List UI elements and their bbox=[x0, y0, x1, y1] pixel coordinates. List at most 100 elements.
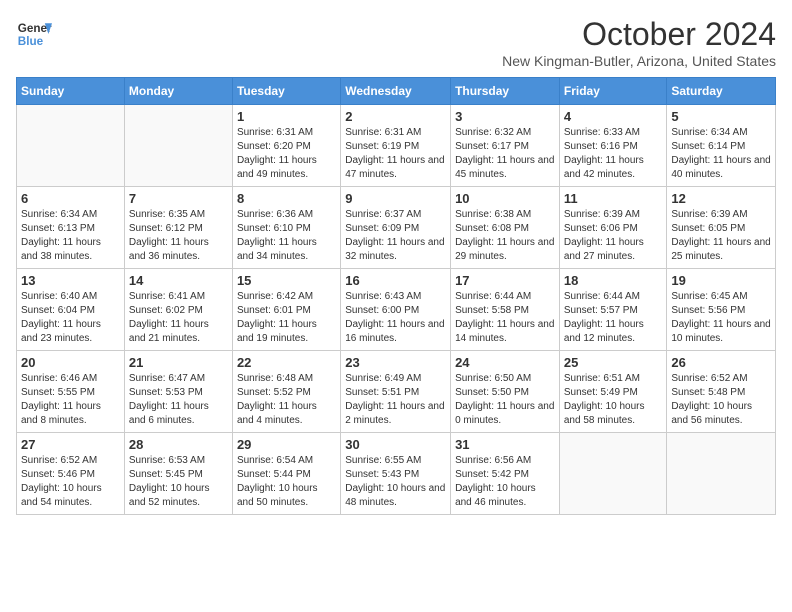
logo: General Blue bbox=[16, 16, 52, 52]
day-info: Sunrise: 6:41 AMSunset: 6:02 PMDaylight:… bbox=[129, 290, 228, 346]
day-number: 28 bbox=[129, 437, 228, 452]
calendar-day-cell: 9 Sunrise: 6:37 AMSunset: 6:09 PMDaylight… bbox=[341, 187, 451, 269]
day-number: 31 bbox=[455, 437, 555, 452]
day-number: 13 bbox=[21, 273, 120, 288]
day-number: 3 bbox=[455, 109, 555, 124]
day-info: Sunrise: 6:46 AMSunset: 5:55 PMDaylight:… bbox=[21, 372, 120, 428]
day-number: 2 bbox=[345, 109, 446, 124]
calendar-day-cell: 19Sunrise: 6:45 AMSunset: 5:56 PMDayligh… bbox=[667, 269, 776, 351]
day-info: Sunrise: 6:31 AMSunset: 6:20 PMDaylight:… bbox=[237, 126, 336, 182]
day-number: 17 bbox=[455, 273, 555, 288]
day-info: Sunrise: 6:36 AMSunset: 6:10 PMDaylight:… bbox=[237, 208, 336, 264]
day-number: 7 bbox=[129, 191, 228, 206]
calendar-day-cell: 12 Sunrise: 6:39 AMSunset: 6:05 PMDayligh… bbox=[667, 187, 776, 269]
weekday-header: Sunday bbox=[17, 78, 125, 105]
calendar-day-cell: 5 Sunrise: 6:34 AMSunset: 6:14 PMDaylight… bbox=[667, 105, 776, 187]
calendar-day-cell: 24 Sunrise: 6:50 AMSunset: 5:50 PMDayligh… bbox=[451, 351, 560, 433]
weekday-header: Saturday bbox=[667, 78, 776, 105]
day-number: 10 bbox=[455, 191, 555, 206]
day-info: Sunrise: 6:33 AMSunset: 6:16 PMDaylight:… bbox=[564, 126, 663, 182]
calendar-day-cell: 27 Sunrise: 6:52 AMSunset: 5:46 PMDayligh… bbox=[17, 433, 125, 515]
day-number: 6 bbox=[21, 191, 120, 206]
weekday-header: Thursday bbox=[451, 78, 560, 105]
calendar-day-cell: 10 Sunrise: 6:38 AMSunset: 6:08 PMDayligh… bbox=[451, 187, 560, 269]
day-info: Sunrise: 6:39 AMSunset: 6:06 PMDaylight:… bbox=[564, 208, 663, 264]
calendar-day-cell: 20 Sunrise: 6:46 AMSunset: 5:55 PMDayligh… bbox=[17, 351, 125, 433]
calendar-day-cell: 28 Sunrise: 6:53 AMSunset: 5:45 PMDayligh… bbox=[124, 433, 232, 515]
day-info: Sunrise: 6:39 AMSunset: 6:05 PMDaylight:… bbox=[671, 208, 771, 264]
day-info: Sunrise: 6:52 AMSunset: 5:48 PMDaylight:… bbox=[671, 372, 771, 428]
day-number: 12 bbox=[671, 191, 771, 206]
day-info: Sunrise: 6:47 AMSunset: 5:53 PMDaylight:… bbox=[129, 372, 228, 428]
calendar-day-cell: 8 Sunrise: 6:36 AMSunset: 6:10 PMDaylight… bbox=[232, 187, 340, 269]
svg-text:Blue: Blue bbox=[18, 35, 44, 48]
day-info: Sunrise: 6:42 AMSunset: 6:01 PMDaylight:… bbox=[237, 290, 336, 346]
day-number: 14 bbox=[129, 273, 228, 288]
calendar-table: SundayMondayTuesdayWednesdayThursdayFrid… bbox=[16, 77, 776, 515]
day-info: Sunrise: 6:48 AMSunset: 5:52 PMDaylight:… bbox=[237, 372, 336, 428]
day-info: Sunrise: 6:49 AMSunset: 5:51 PMDaylight:… bbox=[345, 372, 446, 428]
day-info: Sunrise: 6:51 AMSunset: 5:49 PMDaylight:… bbox=[564, 372, 663, 428]
calendar-week-row: 20 Sunrise: 6:46 AMSunset: 5:55 PMDayligh… bbox=[17, 351, 776, 433]
day-info: Sunrise: 6:34 AMSunset: 6:13 PMDaylight:… bbox=[21, 208, 120, 264]
calendar-day-cell: 7 Sunrise: 6:35 AMSunset: 6:12 PMDaylight… bbox=[124, 187, 232, 269]
day-info: Sunrise: 6:45 AMSunset: 5:56 PMDaylight:… bbox=[671, 290, 771, 346]
calendar-day-cell: 23Sunrise: 6:49 AMSunset: 5:51 PMDayligh… bbox=[341, 351, 451, 433]
day-number: 25 bbox=[564, 355, 663, 370]
day-info: Sunrise: 6:50 AMSunset: 5:50 PMDaylight:… bbox=[455, 372, 555, 428]
weekday-header: Friday bbox=[559, 78, 667, 105]
day-info: Sunrise: 6:55 AMSunset: 5:43 PMDaylight:… bbox=[345, 454, 446, 510]
calendar-day-cell: 3 Sunrise: 6:32 AMSunset: 6:17 PMDaylight… bbox=[451, 105, 560, 187]
calendar-header: SundayMondayTuesdayWednesdayThursdayFrid… bbox=[17, 78, 776, 105]
calendar-day-cell: 16 Sunrise: 6:43 AMSunset: 6:00 PMDayligh… bbox=[341, 269, 451, 351]
day-info: Sunrise: 6:44 AMSunset: 5:57 PMDaylight:… bbox=[564, 290, 663, 346]
calendar-day-cell bbox=[559, 433, 667, 515]
calendar-week-row: 1 Sunrise: 6:31 AMSunset: 6:20 PMDaylight… bbox=[17, 105, 776, 187]
calendar-day-cell: 11 Sunrise: 6:39 AMSunset: 6:06 PMDayligh… bbox=[559, 187, 667, 269]
day-info: Sunrise: 6:37 AMSunset: 6:09 PMDaylight:… bbox=[345, 208, 446, 264]
calendar-day-cell: 30 Sunrise: 6:55 AMSunset: 5:43 PMDayligh… bbox=[341, 433, 451, 515]
calendar-day-cell: 31Sunrise: 6:56 AMSunset: 5:42 PMDayligh… bbox=[451, 433, 560, 515]
weekday-header: Wednesday bbox=[341, 78, 451, 105]
calendar-day-cell: 21 Sunrise: 6:47 AMSunset: 5:53 PMDayligh… bbox=[124, 351, 232, 433]
calendar-week-row: 27 Sunrise: 6:52 AMSunset: 5:46 PMDayligh… bbox=[17, 433, 776, 515]
day-info: Sunrise: 6:35 AMSunset: 6:12 PMDaylight:… bbox=[129, 208, 228, 264]
calendar-day-cell: 2 Sunrise: 6:31 AMSunset: 6:19 PMDaylight… bbox=[341, 105, 451, 187]
day-info: Sunrise: 6:53 AMSunset: 5:45 PMDaylight:… bbox=[129, 454, 228, 510]
day-info: Sunrise: 6:44 AMSunset: 5:58 PMDaylight:… bbox=[455, 290, 555, 346]
day-info: Sunrise: 6:34 AMSunset: 6:14 PMDaylight:… bbox=[671, 126, 771, 182]
day-number: 5 bbox=[671, 109, 771, 124]
day-number: 11 bbox=[564, 191, 663, 206]
day-number: 27 bbox=[21, 437, 120, 452]
location: New Kingman-Butler, Arizona, United Stat… bbox=[502, 53, 776, 69]
calendar-day-cell: 26 Sunrise: 6:52 AMSunset: 5:48 PMDayligh… bbox=[667, 351, 776, 433]
day-number: 26 bbox=[671, 355, 771, 370]
day-number: 9 bbox=[345, 191, 446, 206]
day-number: 21 bbox=[129, 355, 228, 370]
day-info: Sunrise: 6:52 AMSunset: 5:46 PMDaylight:… bbox=[21, 454, 120, 510]
title-block: October 2024 New Kingman-Butler, Arizona… bbox=[502, 16, 776, 69]
calendar-day-cell: 6 Sunrise: 6:34 AMSunset: 6:13 PMDaylight… bbox=[17, 187, 125, 269]
day-info: Sunrise: 6:38 AMSunset: 6:08 PMDaylight:… bbox=[455, 208, 555, 264]
day-info: Sunrise: 6:32 AMSunset: 6:17 PMDaylight:… bbox=[455, 126, 555, 182]
calendar-day-cell: 22Sunrise: 6:48 AMSunset: 5:52 PMDayligh… bbox=[232, 351, 340, 433]
day-info: Sunrise: 6:43 AMSunset: 6:00 PMDaylight:… bbox=[345, 290, 446, 346]
day-number: 15 bbox=[237, 273, 336, 288]
calendar-day-cell bbox=[17, 105, 125, 187]
day-number: 24 bbox=[455, 355, 555, 370]
calendar-day-cell: 29Sunrise: 6:54 AMSunset: 5:44 PMDayligh… bbox=[232, 433, 340, 515]
calendar-week-row: 6 Sunrise: 6:34 AMSunset: 6:13 PMDaylight… bbox=[17, 187, 776, 269]
day-number: 4 bbox=[564, 109, 663, 124]
day-info: Sunrise: 6:31 AMSunset: 6:19 PMDaylight:… bbox=[345, 126, 446, 182]
calendar-day-cell: 14 Sunrise: 6:41 AMSunset: 6:02 PMDayligh… bbox=[124, 269, 232, 351]
calendar-day-cell bbox=[124, 105, 232, 187]
day-number: 30 bbox=[345, 437, 446, 452]
day-number: 16 bbox=[345, 273, 446, 288]
day-info: Sunrise: 6:40 AMSunset: 6:04 PMDaylight:… bbox=[21, 290, 120, 346]
weekday-header: Tuesday bbox=[232, 78, 340, 105]
day-number: 1 bbox=[237, 109, 336, 124]
weekday-header: Monday bbox=[124, 78, 232, 105]
day-number: 18 bbox=[564, 273, 663, 288]
day-number: 20 bbox=[21, 355, 120, 370]
day-number: 8 bbox=[237, 191, 336, 206]
